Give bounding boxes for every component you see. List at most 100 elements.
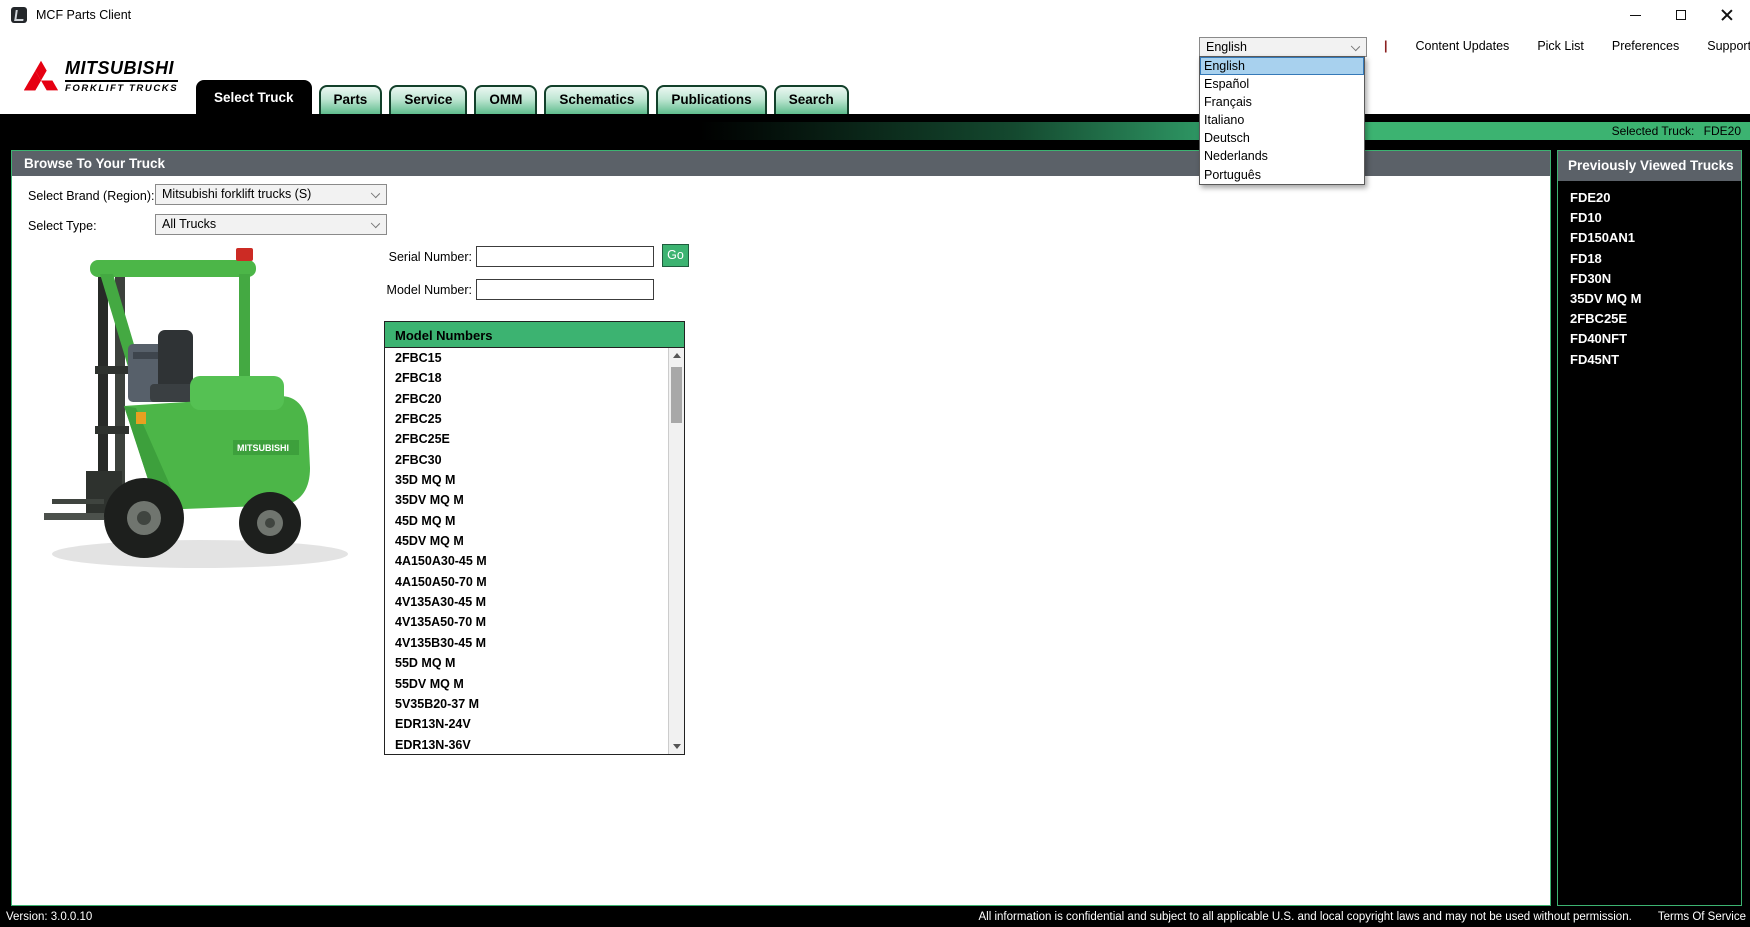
language-option-portugu-s[interactable]: Português bbox=[1200, 166, 1364, 184]
model-numbers-list: 2FBC152FBC182FBC202FBC252FBC25E2FBC3035D… bbox=[384, 348, 685, 755]
scroll-down-icon[interactable] bbox=[669, 738, 684, 754]
previously-viewed-title: Previously Viewed Trucks bbox=[1558, 151, 1741, 181]
previous-truck-fd18[interactable]: FD18 bbox=[1558, 249, 1741, 269]
close-button[interactable] bbox=[1704, 0, 1750, 30]
black-strip bbox=[0, 114, 1750, 122]
model-item-2fbc25[interactable]: 2FBC25 bbox=[385, 409, 684, 429]
title-bar: MCF Parts Client bbox=[0, 0, 1750, 30]
mitsubishi-logo: MITSUBISHI FORKLIFT TRUCKS bbox=[22, 58, 178, 98]
model-item-35d-mq-m[interactable]: 35D MQ M bbox=[385, 470, 684, 490]
window-controls bbox=[1612, 0, 1750, 30]
go-button[interactable]: Go bbox=[662, 244, 689, 267]
model-item-2fbc18[interactable]: 2FBC18 bbox=[385, 368, 684, 388]
scroll-up-icon[interactable] bbox=[669, 348, 684, 364]
tab-publications[interactable]: Publications bbox=[656, 85, 766, 114]
language-dropdown-list: EnglishEspañolFrançaisItalianoDeutschNed… bbox=[1199, 56, 1365, 185]
topbar-link-pick-list[interactable]: Pick List bbox=[1537, 39, 1584, 53]
previous-truck-fde20[interactable]: FDE20 bbox=[1558, 188, 1741, 208]
topbar-separator: | bbox=[1384, 39, 1388, 53]
model-list-scrollbar[interactable] bbox=[668, 348, 684, 754]
model-item-4a150a50-70-m[interactable]: 4A150A50-70 M bbox=[385, 572, 684, 592]
type-select-value: All Trucks bbox=[162, 217, 216, 231]
logo-line2: FORKLIFT TRUCKS bbox=[65, 83, 178, 94]
maximize-button[interactable] bbox=[1658, 0, 1704, 30]
mitsubishi-diamond-icon bbox=[22, 60, 60, 98]
previous-truck-fd45nt[interactable]: FD45NT bbox=[1558, 350, 1741, 370]
tab-parts[interactable]: Parts bbox=[319, 85, 383, 114]
language-select[interactable]: English bbox=[1199, 37, 1367, 57]
serial-label: Serial Number: bbox=[342, 250, 472, 264]
terms-of-service-link[interactable]: Terms Of Service bbox=[1658, 911, 1746, 923]
previous-truck-35dv-mq-m[interactable]: 35DV MQ M bbox=[1558, 289, 1741, 309]
model-item-2fbc25e[interactable]: 2FBC25E bbox=[385, 429, 684, 449]
previous-truck-fd10[interactable]: FD10 bbox=[1558, 208, 1741, 228]
model-item-edr13n-24v[interactable]: EDR13N-24V bbox=[385, 714, 684, 734]
model-item-2fbc20[interactable]: 2FBC20 bbox=[385, 389, 684, 409]
language-select-value: English bbox=[1206, 40, 1247, 54]
previously-viewed-panel: Previously Viewed Trucks FDE20FD10FD150A… bbox=[1557, 150, 1742, 906]
header-band: MITSUBISHI FORKLIFT TRUCKS English | Con… bbox=[0, 30, 1750, 114]
model-label: Model Number: bbox=[342, 283, 472, 297]
model-item-45d-mq-m[interactable]: 45D MQ M bbox=[385, 511, 684, 531]
selected-truck-bar: Selected Truck: FDE20 bbox=[0, 122, 1750, 140]
model-numbers-header: Model Numbers bbox=[384, 321, 685, 348]
language-option-english[interactable]: English bbox=[1200, 57, 1364, 75]
previously-viewed-list: FDE20FD10FD150AN1FD18FD30N35DV MQ M2FBC2… bbox=[1558, 181, 1741, 370]
serial-input[interactable] bbox=[476, 246, 654, 267]
type-select[interactable]: All Trucks bbox=[155, 214, 387, 235]
tab-omm[interactable]: OMM bbox=[474, 85, 537, 114]
selected-truck-label: Selected Truck: bbox=[1612, 124, 1695, 138]
logo-line1: MITSUBISHI bbox=[65, 58, 178, 82]
previous-truck-2fbc25e[interactable]: 2FBC25E bbox=[1558, 309, 1741, 329]
content-area: Browse To Your Truck Select Brand (Regio… bbox=[0, 140, 1750, 927]
tab-schematics[interactable]: Schematics bbox=[544, 85, 649, 114]
previous-truck-fd40nft[interactable]: FD40NFT bbox=[1558, 329, 1741, 349]
model-item-2fbc30[interactable]: 2FBC30 bbox=[385, 450, 684, 470]
model-item-4v135a30-45-m[interactable]: 4V135A30-45 M bbox=[385, 592, 684, 612]
brand-label: Select Brand (Region): bbox=[28, 189, 154, 203]
tab-select-truck[interactable]: Select Truck bbox=[196, 80, 312, 114]
forklift-brand-text: MITSUBISHI bbox=[237, 443, 289, 453]
minimize-button[interactable] bbox=[1612, 0, 1658, 30]
language-option-nederlands[interactable]: Nederlands bbox=[1200, 147, 1364, 165]
language-option-deutsch[interactable]: Deutsch bbox=[1200, 129, 1364, 147]
model-item-2fbc15[interactable]: 2FBC15 bbox=[385, 348, 684, 368]
app-icon bbox=[11, 7, 27, 23]
close-icon bbox=[1721, 9, 1733, 21]
brand-select-value: Mitsubishi forklift trucks (S) bbox=[162, 187, 311, 201]
scrollbar-thumb[interactable] bbox=[671, 367, 682, 423]
model-item-4v135a50-70-m[interactable]: 4V135A50-70 M bbox=[385, 612, 684, 632]
window-title: MCF Parts Client bbox=[36, 8, 131, 22]
language-option-italiano[interactable]: Italiano bbox=[1200, 111, 1364, 129]
tab-search[interactable]: Search bbox=[774, 85, 849, 114]
topbar-links: | Content Updates Pick List Preferences … bbox=[1384, 39, 1750, 53]
topbar-link-support[interactable]: Support bbox=[1707, 39, 1750, 53]
model-item-edr13n-36v[interactable]: EDR13N-36V bbox=[385, 735, 684, 755]
selected-truck-value: FDE20 bbox=[1704, 124, 1741, 138]
language-option-espa-ol[interactable]: Español bbox=[1200, 75, 1364, 93]
brand-select[interactable]: Mitsubishi forklift trucks (S) bbox=[155, 184, 387, 205]
previous-truck-fd150an1[interactable]: FD150AN1 bbox=[1558, 228, 1741, 248]
model-list-items: 2FBC152FBC182FBC202FBC252FBC25E2FBC3035D… bbox=[385, 348, 684, 755]
topbar-link-preferences[interactable]: Preferences bbox=[1612, 39, 1679, 53]
previous-truck-fd30n[interactable]: FD30N bbox=[1558, 269, 1741, 289]
model-item-45dv-mq-m[interactable]: 45DV MQ M bbox=[385, 531, 684, 551]
chevron-down-icon bbox=[1351, 42, 1360, 51]
minimize-icon bbox=[1630, 15, 1641, 16]
main-tabs: Select TruckPartsServiceOMMSchematicsPub… bbox=[196, 80, 849, 114]
chevron-down-icon bbox=[371, 219, 380, 228]
model-item-4a150a30-45-m[interactable]: 4A150A30-45 M bbox=[385, 551, 684, 571]
model-item-35dv-mq-m[interactable]: 35DV MQ M bbox=[385, 490, 684, 510]
model-item-55d-mq-m[interactable]: 55D MQ M bbox=[385, 653, 684, 673]
forklift-image: MITSUBISHI bbox=[40, 246, 350, 576]
tab-service[interactable]: Service bbox=[389, 85, 467, 114]
status-right: All information is confidential and subj… bbox=[979, 911, 1747, 923]
model-item-5v35b20-37-m[interactable]: 5V35B20-37 M bbox=[385, 694, 684, 714]
language-option-fran-ais[interactable]: Français bbox=[1200, 93, 1364, 111]
model-item-55dv-mq-m[interactable]: 55DV MQ M bbox=[385, 674, 684, 694]
disclaimer-text: All information is confidential and subj… bbox=[979, 911, 1632, 923]
version-text: Version: 3.0.0.10 bbox=[6, 911, 92, 923]
topbar-link-content-updates[interactable]: Content Updates bbox=[1416, 39, 1510, 53]
model-input[interactable] bbox=[476, 279, 654, 300]
model-item-4v135b30-45-m[interactable]: 4V135B30-45 M bbox=[385, 633, 684, 653]
